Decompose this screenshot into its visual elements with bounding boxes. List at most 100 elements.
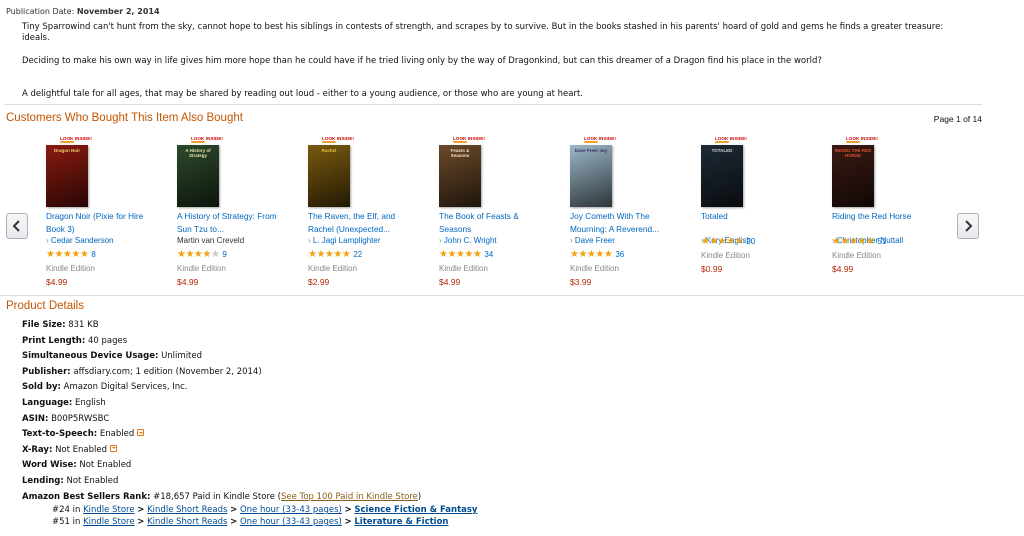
item-title-link[interactable]: Riding the Red Horse: [832, 210, 944, 223]
chevron-down-icon[interactable]: [110, 444, 118, 452]
category-link[interactable]: Kindle Store: [83, 505, 134, 515]
product-details-title: Product Details: [6, 300, 84, 312]
look-inside-badge: LOOK INSIDE!: [715, 136, 747, 144]
detail-print-length: Print Length: 40 pages: [22, 335, 128, 346]
divider: [0, 295, 1024, 296]
review-count[interactable]: 36: [615, 250, 624, 259]
item-format: Kindle Edition: [177, 264, 226, 273]
detail-publisher: Publisher: affsdiary.com; 1 edition (Nov…: [22, 366, 262, 377]
category-link[interactable]: Kindle Short Reads: [147, 517, 227, 527]
star-rating[interactable]: ★★★★★ 34: [439, 249, 493, 260]
category-link[interactable]: Literature & Fiction: [354, 517, 448, 527]
star-icon: ★★★★★: [308, 249, 351, 260]
chevron-left-icon: [12, 220, 20, 232]
star-icon: ★★★★: [177, 249, 211, 260]
star-rating[interactable]: ★★★★★ 22: [308, 249, 362, 260]
detail-simultaneous-usage: Simultaneous Device Usage: Unlimited: [22, 351, 203, 362]
rank-category-row: #24 in Kindle Store > Kindle Short Reads…: [52, 505, 478, 516]
book-cover-image[interactable]: TOTALED: [701, 145, 743, 207]
item-price: $0.99: [701, 264, 723, 274]
star-rating[interactable]: ★★★★★ 8: [46, 249, 96, 260]
detail-file-size: File Size: 831 KB: [22, 320, 99, 330]
item-title-link[interactable]: Totaled: [701, 210, 813, 223]
review-count[interactable]: 8: [91, 250, 95, 259]
item-price: $3.99: [570, 277, 592, 287]
review-count[interactable]: 34: [484, 250, 493, 259]
cover-title-text: RIDING THE RED HORSE: [834, 148, 872, 158]
carousel-next-button[interactable]: [957, 213, 979, 239]
star-empty-icon: ★: [210, 249, 220, 260]
review-count[interactable]: 51: [877, 237, 886, 246]
review-count[interactable]: 9: [222, 250, 226, 259]
chevron-down-icon[interactable]: [137, 429, 145, 437]
star-icon: ★★★★★: [439, 249, 482, 260]
item-price: $4.99: [46, 277, 68, 287]
item-author-name: Martin van Creveld: [177, 236, 245, 245]
carousel-prev-button[interactable]: [6, 213, 28, 239]
item-price: $4.99: [832, 264, 854, 274]
star-rating[interactable]: ★★★★★ 20: [701, 236, 755, 247]
item-author[interactable]: › L. Jagi Lamplighter: [308, 236, 380, 245]
detail-best-sellers-rank: Amazon Best Sellers Rank: #18,657 Paid i…: [22, 491, 422, 502]
item-title-link[interactable]: The Raven, the Elf, and Rachel (Unexpect…: [308, 210, 420, 236]
detail-sold-by: Sold by: Amazon Digital Services, Inc.: [22, 382, 188, 393]
look-inside-badge: LOOK INSIDE!: [453, 136, 485, 144]
item-title-link[interactable]: A History of Strategy: From Sun Tzu to..…: [177, 210, 289, 236]
item-format: Kindle Edition: [832, 251, 881, 260]
divider: [4, 104, 982, 105]
description-paragraph-1: Tiny Sparrowind can't hunt from the sky,…: [22, 22, 944, 43]
category-link[interactable]: One hour (33-43 pages): [240, 517, 342, 527]
star-icon: ★★★★★: [832, 236, 875, 247]
cover-title-text: Rachel: [321, 148, 337, 153]
item-author-name: Cedar Sanderson: [50, 236, 114, 245]
star-rating[interactable]: ★★★★★ 9: [177, 249, 227, 260]
description-paragraph-2: Deciding to make his own way in life giv…: [22, 56, 822, 66]
item-author[interactable]: › Dave Freer: [570, 236, 615, 245]
item-title-link[interactable]: Dragon Noir (Pixie for Hire Book 3): [46, 210, 158, 236]
book-cover-image[interactable]: Dave Freer Joy: [570, 145, 612, 207]
star-icon: ★★★★★: [46, 249, 89, 260]
book-cover-image[interactable]: Rachel: [308, 145, 350, 207]
chevron-right-icon: [965, 220, 973, 232]
book-cover-image[interactable]: A History of Strategy: [177, 145, 219, 207]
category-link[interactable]: Science Fiction & Fantasy: [354, 505, 477, 515]
description-paragraph-3: A delightful tale for all ages, that may…: [22, 89, 583, 99]
star-rating[interactable]: ★★★★★ 36: [570, 249, 624, 260]
item-author[interactable]: › John C. Wright: [439, 236, 497, 245]
item-format: Kindle Edition: [701, 251, 750, 260]
item-format: Kindle Edition: [439, 264, 488, 273]
review-count[interactable]: 20: [746, 237, 755, 246]
category-link[interactable]: One hour (33-43 pages): [240, 505, 342, 515]
detail-asin: ASIN: B00P5RWSBC: [22, 413, 110, 424]
book-cover-image[interactable]: Dragon Noir: [46, 145, 88, 207]
look-inside-badge: LOOK INSIDE!: [846, 136, 878, 144]
look-inside-badge: LOOK INSIDE!: [60, 136, 92, 144]
book-cover-image[interactable]: RIDING THE RED HORSE: [832, 145, 874, 207]
item-price: $4.99: [439, 277, 461, 287]
book-cover-image[interactable]: Feasts & Seasons: [439, 145, 481, 207]
publication-date-value: November 2, 2014: [76, 7, 160, 16]
item-title-link[interactable]: The Book of Feasts & Seasons: [439, 210, 551, 236]
item-format: Kindle Edition: [570, 264, 619, 273]
cover-title-text: Dragon Noir: [53, 148, 80, 153]
item-title-link[interactable]: Joy Cometh With The Mourning: A Reverend…: [570, 210, 682, 236]
item-format: Kindle Edition: [46, 264, 95, 273]
rank-category-row: #51 in Kindle Store > Kindle Short Reads…: [52, 516, 449, 527]
review-count[interactable]: 22: [353, 250, 362, 259]
star-rating[interactable]: ★★★★★ 51: [832, 236, 886, 247]
detail-x-ray: X-Ray: Not Enabled: [22, 443, 477, 459]
item-format: Kindle Edition: [308, 264, 357, 273]
also-bought-title: Customers Who Bought This Item Also Boug…: [6, 112, 243, 124]
item-author[interactable]: › Cedar Sanderson: [46, 236, 114, 245]
item-price: $2.99: [308, 277, 330, 287]
cover-title-text: TOTALED: [711, 148, 733, 153]
item-author: Martin van Creveld: [177, 236, 244, 245]
item-author-name: L. Jagi Lamplighter: [312, 236, 381, 245]
carousel-pager: Page 1 of 14: [933, 114, 982, 124]
category-link[interactable]: Kindle Short Reads: [147, 505, 227, 515]
detail-word-wise: Word Wise: Not Enabled: [22, 460, 132, 471]
top-100-link[interactable]: See Top 100 Paid in Kindle Store: [281, 492, 418, 502]
look-inside-badge: LOOK INSIDE!: [584, 136, 616, 144]
detail-text-to-speech: Text-to-Speech: Enabled: [22, 427, 477, 443]
category-link[interactable]: Kindle Store: [83, 517, 134, 527]
